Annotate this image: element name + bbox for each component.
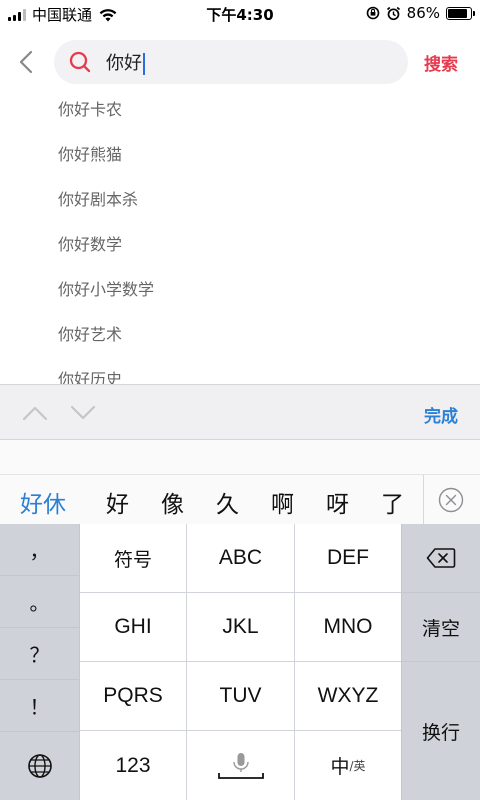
keyboard-toolbar: 完成	[0, 384, 480, 440]
tuv-key[interactable]: TUV	[187, 662, 294, 730]
search-input[interactable]: 你好	[106, 49, 145, 75]
keyboard-gap	[0, 440, 480, 474]
newline-key[interactable]: 换行	[402, 662, 480, 800]
mno-key[interactable]: MNO	[295, 593, 401, 661]
keyboard: ， 。 ？ ！ 符号 ABC DEF GHI JKL MNO PQRS TUV …	[0, 524, 480, 800]
globe-key[interactable]	[0, 732, 79, 800]
pqrs-key[interactable]: PQRS	[80, 662, 186, 730]
clear-key[interactable]: 清空	[402, 593, 480, 661]
key-divider	[79, 524, 80, 800]
search-submit-button[interactable]: 搜索	[424, 50, 458, 75]
candidate-item[interactable]: 呀	[326, 485, 349, 519]
search-box[interactable]: 你好	[54, 40, 408, 84]
key-divider	[0, 575, 79, 576]
status-right: 86%	[366, 4, 475, 22]
key-divider	[0, 731, 79, 732]
punct-key[interactable]: ？	[0, 628, 79, 679]
jkl-key[interactable]: JKL	[187, 593, 294, 661]
suggestion-item[interactable]: 你好艺术	[58, 321, 122, 345]
punct-key[interactable]: ，	[0, 524, 79, 575]
ghi-key[interactable]: GHI	[80, 593, 186, 661]
alarm-icon	[386, 6, 400, 20]
status-bar: 中国联通 下午4:30 86%	[0, 0, 480, 26]
suggestion-item[interactable]: 你好熊猫	[58, 141, 122, 165]
key-divider	[0, 627, 79, 628]
candidate-item[interactable]: 好	[106, 485, 129, 519]
candidate-item[interactable]: 久	[216, 485, 239, 519]
suggestion-item[interactable]: 你好小学数学	[58, 276, 154, 300]
key-divider	[401, 524, 402, 800]
lang-main-label: 中	[330, 756, 350, 778]
done-button[interactable]: 完成	[424, 402, 458, 427]
globe-icon	[27, 754, 52, 778]
key-divider	[402, 592, 480, 593]
candidate-item[interactable]: 好休	[20, 485, 66, 519]
key-divider	[402, 661, 480, 662]
suggestion-item[interactable]: 你好数学	[58, 231, 122, 255]
punct-key[interactable]: ！	[0, 680, 79, 731]
chevron-down-icon[interactable]	[68, 401, 98, 425]
suggestion-list: 你好卡农 你好熊猫 你好剧本杀 你好数学 你好小学数学 你好艺术 你好历史	[0, 84, 480, 384]
battery-icon	[446, 6, 475, 20]
punct-key[interactable]: 。	[0, 576, 79, 627]
def-key[interactable]: DEF	[295, 524, 401, 592]
space-key[interactable]	[187, 731, 294, 800]
backspace-icon	[426, 548, 456, 568]
search-query: 你好	[106, 53, 142, 74]
text-caret	[143, 53, 145, 75]
close-candidates-icon[interactable]	[438, 487, 464, 513]
suggestion-item[interactable]: 你好剧本杀	[58, 186, 138, 210]
language-switch-key[interactable]: 中/英	[295, 731, 401, 800]
search-icon	[68, 50, 92, 74]
symbols-key[interactable]: 符号	[80, 524, 186, 592]
candidate-item[interactable]: 了	[381, 485, 404, 519]
numbers-key[interactable]: 123	[80, 731, 186, 800]
chevron-left-icon	[19, 50, 33, 74]
suggestion-item[interactable]: 你好历史	[58, 366, 122, 384]
candidate-bar: 好休 好 像 久 啊 呀 了	[0, 474, 480, 525]
microphone-icon	[217, 752, 264, 779]
rotation-lock-icon	[366, 6, 379, 20]
lang-sub-label: /英	[349, 759, 366, 773]
chevron-up-icon[interactable]	[20, 401, 50, 425]
candidate-item[interactable]: 像	[161, 485, 184, 519]
battery-percent: 86%	[406, 4, 440, 22]
candidate-item[interactable]: 啊	[271, 485, 294, 519]
delete-key[interactable]	[402, 524, 480, 592]
wxyz-key[interactable]: WXYZ	[295, 662, 401, 730]
suggestion-item[interactable]: 你好卡农	[58, 96, 122, 120]
key-divider	[0, 679, 79, 680]
search-header: 你好 搜索	[0, 36, 480, 88]
abc-key[interactable]: ABC	[187, 524, 294, 592]
back-button[interactable]	[12, 46, 40, 78]
candidate-divider	[423, 475, 424, 525]
